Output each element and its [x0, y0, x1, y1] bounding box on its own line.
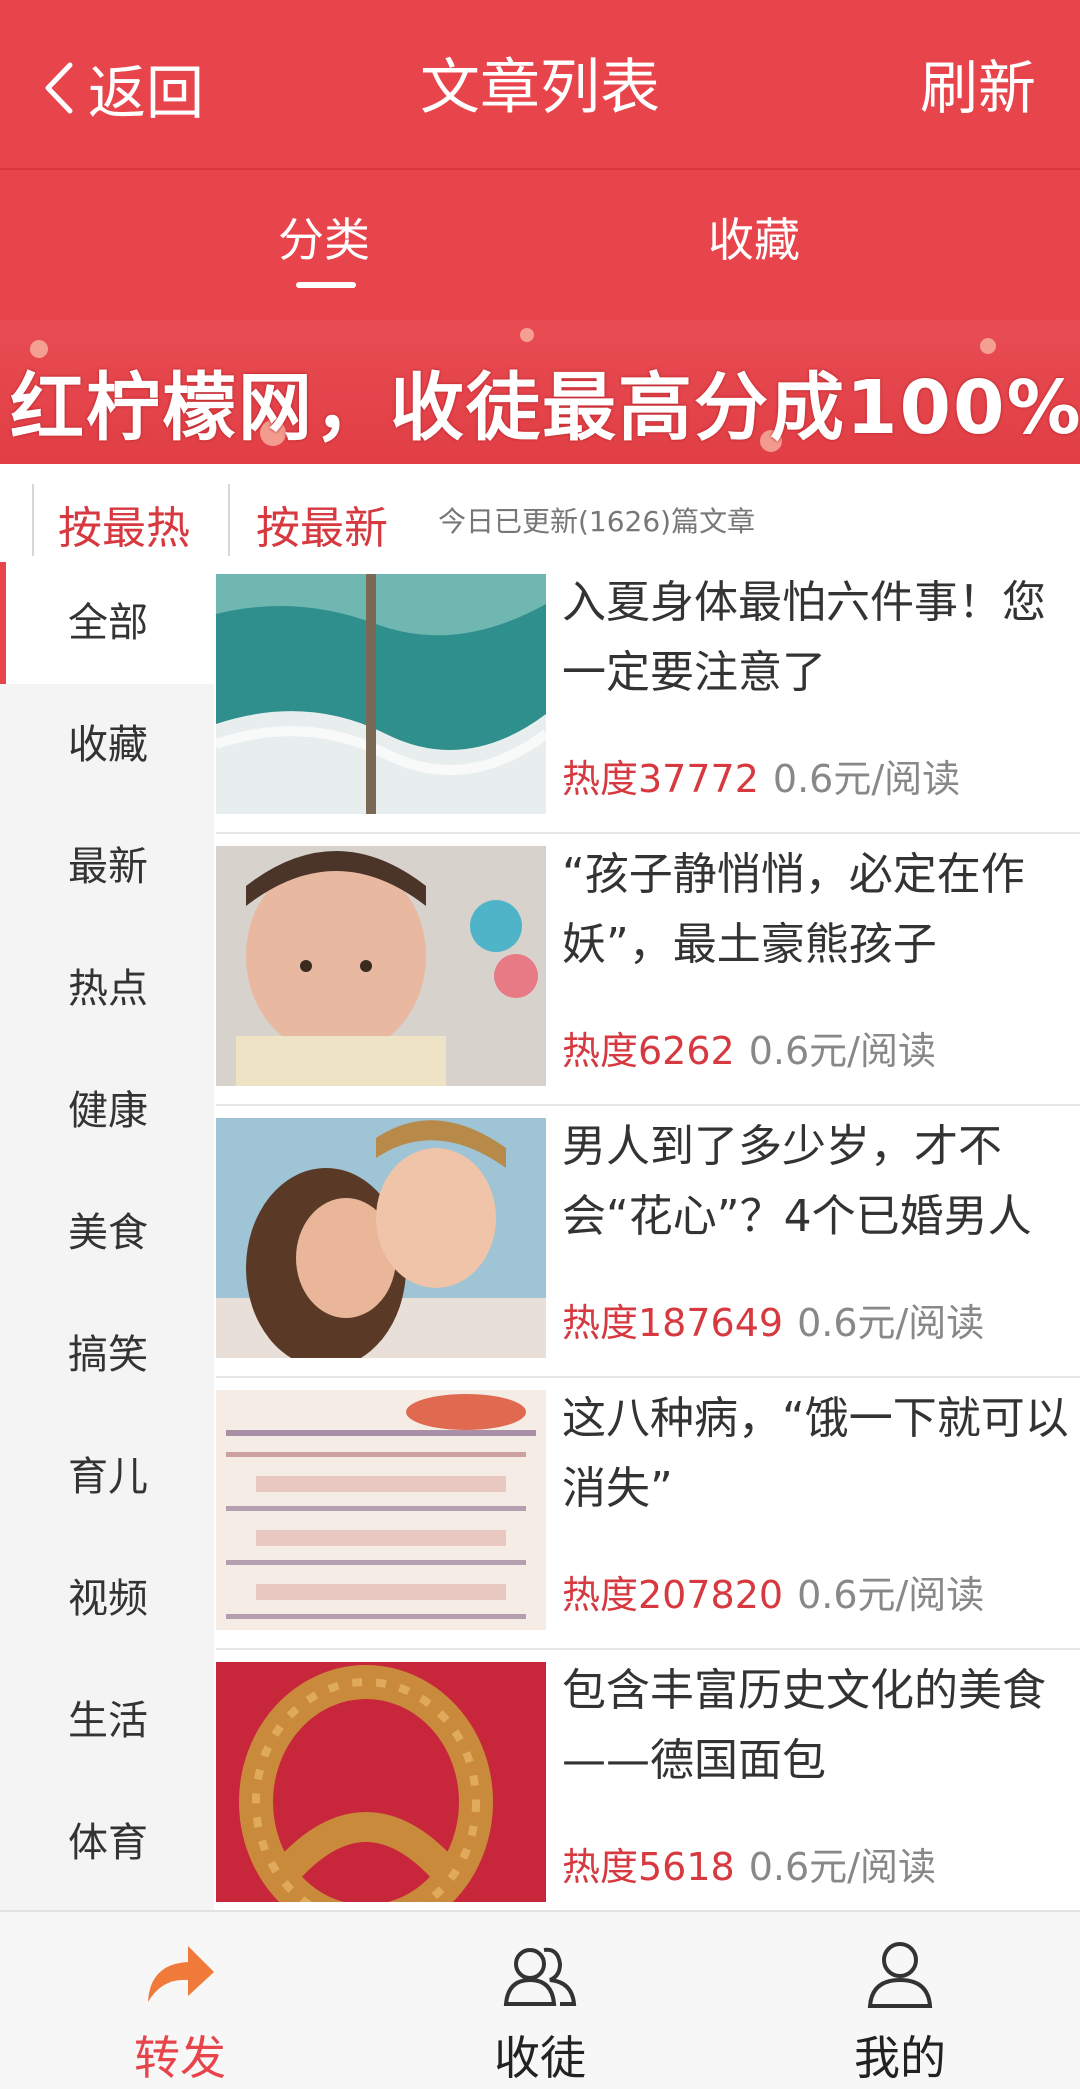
active-tab-indicator [296, 282, 356, 288]
sidebar-item-label: 搞笑 [68, 1332, 148, 1378]
article-price: 0.6元/阅读 [748, 1029, 936, 1073]
sidebar-item-all[interactable]: 全部 [0, 562, 214, 684]
nav-label: 转发 [134, 2031, 226, 2085]
sidebar-item-latest[interactable]: 最新 [0, 806, 214, 928]
tab-favorites[interactable]: 收藏 [708, 204, 800, 270]
article-item[interactable]: 这八种病，“饿一下就可以消失” 热度207820 0.6元/阅读 [216, 1378, 1080, 1650]
article-price: 0.6元/阅读 [797, 1573, 985, 1617]
article-hotness: 热度37772 [562, 757, 759, 801]
sidebar-item-favorites[interactable]: 收藏 [0, 684, 214, 806]
nav-mine[interactable]: 我的 [720, 1912, 1080, 2089]
article-title: 入夏身体最怕六件事！您一定要注意了 [562, 577, 1046, 698]
sidebar-item-label: 全部 [68, 600, 148, 646]
article-price: 0.6元/阅读 [772, 757, 961, 801]
sidebar-item-label: 热点 [68, 966, 148, 1012]
top-app-bar: 返回 文章列表 刷新 [0, 0, 1080, 168]
article-price: 0.6元/阅读 [748, 1845, 936, 1889]
article-item[interactable]: 入夏身体最怕六件事！您一定要注意了 热度37772 0.6元/阅读 [216, 562, 1080, 834]
article-thumbnail [216, 574, 546, 814]
update-count-text: 今日已更新(1626)篇文章 [438, 505, 756, 538]
sidebar-item-video[interactable]: 视频 [0, 1538, 214, 1660]
article-meta: 热度187649 0.6元/阅读 [562, 1292, 984, 1347]
article-hotness: 热度187649 [562, 1301, 784, 1345]
article-hotness: 热度6262 [562, 1029, 735, 1073]
article-hotness: 热度207820 [562, 1573, 784, 1617]
article-title: “孩子静悄悄，必定在作妖”，最土豪熊孩子 [562, 849, 1025, 970]
nav-label: 收徒 [494, 2031, 586, 2085]
share-arrow-icon [148, 1946, 214, 2002]
users-icon [503, 1947, 577, 2006]
refresh-button[interactable]: 刷新 [920, 40, 1036, 136]
sort-by-new-button[interactable]: 按最新 [256, 492, 388, 556]
divider [228, 484, 230, 556]
sidebar-item-life[interactable]: 生活 [0, 1660, 214, 1782]
article-meta: 热度207820 0.6元/阅读 [562, 1564, 984, 1619]
tab-bar: 分类 收藏 [0, 170, 1080, 320]
sidebar-item-label: 视频 [68, 1576, 148, 1622]
promo-banner[interactable]: 红柠檬网，收徒最高分成100% [0, 320, 1080, 464]
sidebar-item-parenting[interactable]: 育儿 [0, 1416, 214, 1538]
tab-classify[interactable]: 分类 [278, 204, 370, 270]
sidebar-item-sports[interactable]: 体育 [0, 1782, 214, 1904]
sidebar-item-health[interactable]: 健康 [0, 1050, 214, 1172]
sidebar-item-label: 收藏 [68, 722, 148, 768]
article-price: 0.6元/阅读 [797, 1301, 985, 1345]
sidebar-item-funny[interactable]: 搞笑 [0, 1294, 214, 1416]
article-title: 包含丰富历史文化的美食——德国面包 [562, 1665, 1046, 1786]
sidebar-item-label: 生活 [68, 1698, 148, 1744]
category-sidebar: 全部 收藏 最新 热点 健康 美食 搞笑 育儿 视频 生活 体育 [0, 562, 214, 1910]
bottom-navigation: 转发 收徒 我的 [0, 1910, 1080, 2089]
article-meta: 热度6262 0.6元/阅读 [562, 1020, 936, 1075]
article-item[interactable]: “孩子静悄悄，必定在作妖”，最土豪熊孩子 热度6262 0.6元/阅读 [216, 834, 1080, 1106]
user-icon [867, 1942, 933, 2008]
sidebar-item-hotspot[interactable]: 热点 [0, 928, 214, 1050]
sidebar-item-label: 最新 [68, 844, 148, 890]
nav-forward[interactable]: 转发 [0, 1912, 360, 2089]
page-title: 文章列表 [420, 53, 660, 123]
sidebar-item-label: 健康 [68, 1088, 148, 1134]
article-meta: 热度37772 0.6元/阅读 [562, 748, 960, 803]
article-thumbnail [216, 1390, 546, 1630]
sidebar-item-label: 体育 [68, 1820, 148, 1866]
article-hotness: 热度5618 [562, 1845, 735, 1889]
sort-by-hot-button[interactable]: 按最热 [58, 492, 190, 556]
article-title: 这八种病，“饿一下就可以消失” [562, 1393, 1069, 1514]
sort-filter-row: 按最热 按最新 今日已更新(1626)篇文章 [0, 464, 1080, 562]
article-thumbnail [216, 1662, 546, 1902]
banner-sparkle [520, 328, 534, 342]
article-title: 男人到了多少岁，才不会“花心”？4个已婚男人 [562, 1121, 1032, 1242]
nav-label: 我的 [854, 2031, 946, 2085]
article-item[interactable]: 男人到了多少岁，才不会“花心”？4个已婚男人 热度187649 0.6元/阅读 [216, 1106, 1080, 1378]
article-meta: 热度5618 0.6元/阅读 [562, 1836, 936, 1891]
sidebar-item-label: 美食 [68, 1210, 148, 1256]
sidebar-item-food[interactable]: 美食 [0, 1172, 214, 1294]
banner-text: 红柠檬网，收徒最高分成100% [10, 365, 1080, 451]
divider [32, 484, 34, 556]
sidebar-item-label: 育儿 [68, 1454, 148, 1500]
article-item[interactable]: 包含丰富历史文化的美食——德国面包 热度5618 0.6元/阅读 [216, 1650, 1080, 1922]
article-thumbnail [216, 1118, 546, 1358]
active-category-indicator [0, 562, 6, 684]
nav-recruit[interactable]: 收徒 [360, 1912, 720, 2089]
article-thumbnail [216, 846, 546, 1086]
